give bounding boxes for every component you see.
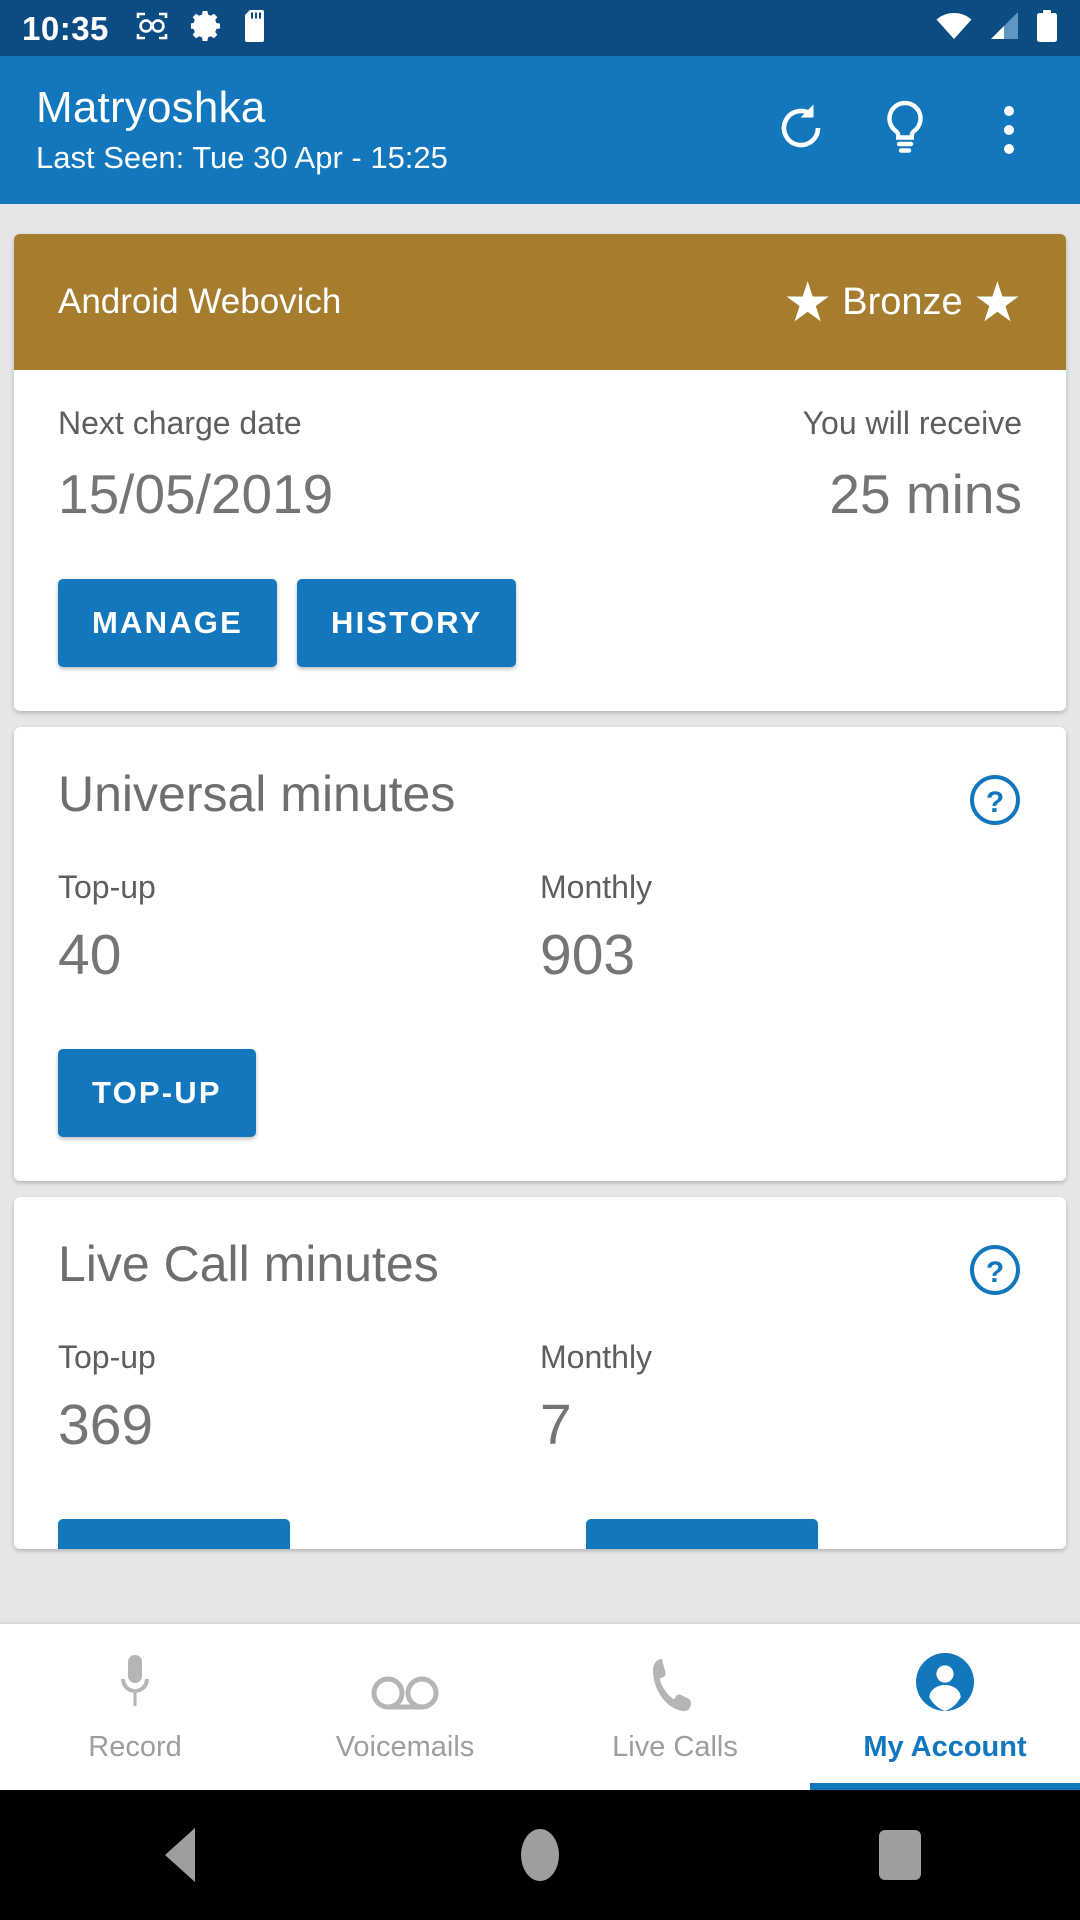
live-call-minutes-actions-clipped — [58, 1457, 1022, 1550]
status-bar: 10:35 — [0, 0, 1080, 56]
universal-minutes-header: Universal minutes ? — [58, 765, 1022, 832]
bottom-tab-bar: Record Voicemails Live Calls My Account — [0, 1624, 1080, 1790]
live-call-secondary-button-clipped[interactable] — [586, 1519, 818, 1550]
person-icon — [914, 1651, 976, 1713]
help-circle-icon: ? — [968, 1244, 1022, 1301]
live-call-topup-block: Top-up 369 — [58, 1338, 540, 1457]
overflow-menu-icon — [1004, 106, 1014, 154]
last-seen-text: Last Seen: Tue 30 Apr - 15:25 — [36, 140, 448, 176]
universal-topup-button[interactable]: TOP-UP — [58, 1048, 256, 1137]
live-call-topup-button-clipped[interactable] — [58, 1519, 290, 1550]
help-circle-icon: ? — [968, 774, 1022, 831]
microphone-icon — [113, 1651, 157, 1713]
universal-minutes-help-button[interactable]: ? — [968, 773, 1022, 832]
live-call-minutes-header: Live Call minutes ? — [58, 1235, 1022, 1302]
universal-monthly-block: Monthly 903 — [540, 868, 1022, 987]
status-bar-clock: 10:35 — [22, 9, 109, 47]
next-charge-label: Next charge date — [58, 405, 302, 441]
live-call-minutes-help-button[interactable]: ? — [968, 1243, 1022, 1302]
star-icon-right: ★ — [972, 270, 1022, 333]
app-bar-titles: Matryoshka Last Seen: Tue 30 Apr - 15:25 — [36, 82, 448, 178]
universal-minutes-values: Top-up 40 Monthly 903 — [58, 868, 1022, 987]
tier-badge: ★ Bronze ★ — [782, 270, 1022, 333]
live-call-topup-label: Top-up — [58, 1338, 156, 1375]
universal-topup-block: Top-up 40 — [58, 868, 540, 987]
universal-minutes-title: Universal minutes — [58, 765, 456, 822]
home-circle-icon — [521, 1829, 559, 1881]
recents-square-icon — [879, 1830, 921, 1880]
live-call-minutes-card: Live Call minutes ? Top-up 369 Monthly 7 — [14, 1196, 1066, 1550]
overflow-menu-button[interactable] — [980, 101, 1038, 159]
page-title: Matryoshka — [36, 83, 266, 133]
live-call-minutes-values: Top-up 369 Monthly 7 — [58, 1338, 1022, 1457]
status-bar-system-icons — [936, 9, 1058, 47]
tips-button[interactable] — [876, 100, 934, 161]
refresh-icon — [773, 100, 829, 161]
tab-voicemails[interactable]: Voicemails — [270, 1624, 540, 1790]
universal-minutes-card: Universal minutes ? Top-up 40 Monthly 90… — [14, 726, 1066, 1181]
account-name: Android Webovich — [58, 282, 342, 321]
universal-monthly-value: 903 — [540, 923, 636, 988]
live-call-monthly-value: 7 — [540, 1393, 572, 1458]
tab-live-calls[interactable]: Live Calls — [540, 1624, 810, 1790]
next-charge-block: Next charge date 15/05/2019 — [58, 404, 540, 525]
plan-details-row: Next charge date 15/05/2019 You will rec… — [58, 404, 1022, 525]
app-bar: Matryoshka Last Seen: Tue 30 Apr - 15:25 — [0, 56, 1080, 204]
live-call-minutes-title: Live Call minutes — [58, 1235, 439, 1292]
plan-card-header: Android Webovich ★ Bronze ★ — [14, 234, 1066, 370]
scroll-content[interactable]: Android Webovich ★ Bronze ★ Next charge … — [0, 204, 1080, 1752]
next-charge-value: 15/05/2019 — [58, 463, 334, 526]
live-call-monthly-block: Monthly 7 — [540, 1338, 1022, 1457]
sd-card-icon — [244, 9, 269, 47]
universal-topup-value: 40 — [58, 923, 122, 988]
voicemail-icon — [135, 11, 169, 46]
history-button[interactable]: HISTORY — [296, 578, 517, 667]
universal-monthly-label: Monthly — [540, 868, 653, 905]
battery-icon — [1036, 9, 1058, 47]
svg-text:?: ? — [986, 786, 1004, 819]
receive-value: 25 mins — [829, 463, 1022, 526]
receive-block: You will receive 25 mins — [540, 404, 1022, 525]
plan-actions: MANAGE HISTORY — [58, 578, 1022, 667]
plan-card: Android Webovich ★ Bronze ★ Next charge … — [14, 234, 1066, 711]
tab-my-account[interactable]: My Account — [810, 1624, 1080, 1790]
home-button[interactable] — [360, 1829, 720, 1881]
back-button[interactable] — [0, 1828, 360, 1882]
tab-record-label: Record — [88, 1730, 182, 1763]
recents-button[interactable] — [720, 1830, 1080, 1880]
universal-minutes-body: Universal minutes ? Top-up 40 Monthly 90… — [14, 727, 1066, 1181]
live-call-topup-value: 369 — [58, 1393, 154, 1458]
manage-button[interactable]: MANAGE — [58, 578, 277, 667]
tab-my-account-label: My Account — [863, 1730, 1027, 1763]
app-bar-actions — [772, 100, 1044, 161]
wifi-icon — [936, 11, 972, 46]
voicemail-icon — [370, 1651, 440, 1713]
status-bar-notification-icons — [135, 9, 269, 47]
phone-icon — [649, 1651, 701, 1713]
universal-minutes-actions: TOP-UP — [58, 987, 1022, 1181]
tab-record[interactable]: Record — [0, 1624, 270, 1790]
tab-voicemails-label: Voicemails — [335, 1730, 475, 1763]
refresh-button[interactable] — [772, 101, 830, 159]
back-triangle-icon — [165, 1828, 195, 1882]
live-call-minutes-body: Live Call minutes ? Top-up 369 Monthly 7 — [14, 1197, 1066, 1550]
plan-card-body: Next charge date 15/05/2019 You will rec… — [14, 370, 1066, 711]
live-call-monthly-label: Monthly — [540, 1338, 653, 1375]
lightbulb-icon — [880, 100, 930, 161]
system-navigation-bar — [0, 1790, 1080, 1920]
app-screen: 10:35 Matryoshka Last Seen: Tue 30 Apr -… — [0, 0, 1080, 1920]
gear-icon — [189, 10, 223, 47]
universal-topup-label: Top-up — [58, 868, 156, 905]
receive-label: You will receive — [802, 405, 1022, 441]
svg-text:?: ? — [986, 1256, 1004, 1289]
cellular-signal-icon — [988, 11, 1020, 46]
tab-live-calls-label: Live Calls — [612, 1730, 738, 1763]
tier-label: Bronze — [842, 280, 963, 323]
star-icon-left: ★ — [782, 270, 833, 333]
